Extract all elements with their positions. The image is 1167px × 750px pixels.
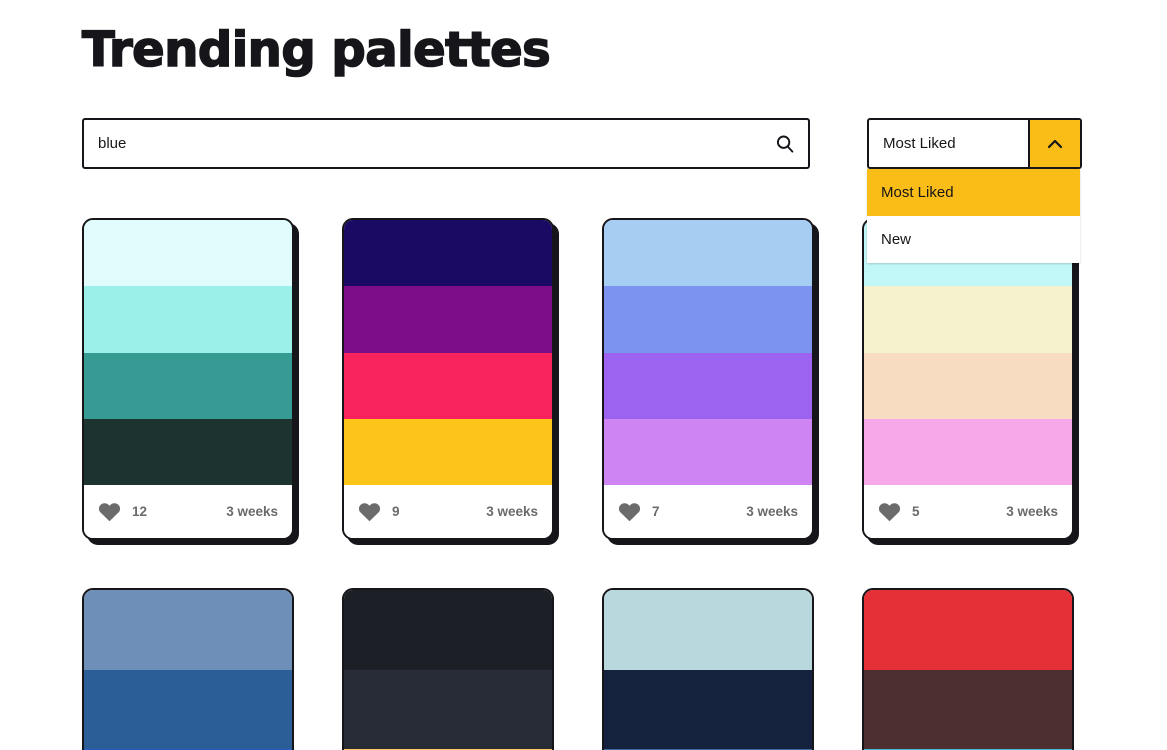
palette-card-footer: 9 3 weeks: [344, 485, 552, 538]
palette-swatches: [344, 220, 552, 485]
color-swatch[interactable]: [604, 669, 812, 749]
color-swatch[interactable]: [84, 220, 292, 287]
palette-swatches: [344, 590, 552, 750]
color-swatch[interactable]: [604, 352, 812, 419]
heart-icon: [358, 503, 381, 522]
chevron-up-icon[interactable]: [1028, 120, 1080, 167]
color-swatch[interactable]: [344, 418, 552, 485]
palette-swatches: [604, 220, 812, 485]
color-swatch[interactable]: [84, 286, 292, 353]
palette-swatches: [84, 220, 292, 485]
palette-card[interactable]: 5 3 weeks: [862, 218, 1074, 540]
heart-icon: [878, 503, 901, 522]
palette-age: 3 weeks: [1006, 504, 1058, 519]
color-swatch[interactable]: [84, 352, 292, 419]
like-button[interactable]: 5: [878, 501, 920, 522]
palette-card-footer: 12 3 weeks: [84, 485, 292, 538]
page-title: Trending palettes: [81, 21, 551, 79]
sort-option-label: New: [881, 231, 912, 248]
color-swatch[interactable]: [864, 669, 1072, 749]
color-swatch[interactable]: [344, 286, 552, 353]
color-swatch[interactable]: [864, 352, 1072, 419]
like-count: 7: [652, 504, 660, 519]
color-swatch[interactable]: [344, 220, 552, 287]
like-count: 5: [912, 504, 920, 519]
color-swatch[interactable]: [84, 418, 292, 485]
color-swatch[interactable]: [864, 590, 1072, 670]
heart-icon: [98, 503, 121, 522]
sort-options-menu[interactable]: Most Liked New: [867, 169, 1080, 263]
palette-card[interactable]: 7 3 weeks: [602, 218, 814, 540]
like-count: 9: [392, 504, 400, 519]
palettes-page: Trending palettes Most Liked: [0, 0, 1167, 750]
palette-swatches: [864, 590, 1072, 750]
heart-icon: [618, 503, 641, 522]
color-swatch[interactable]: [344, 669, 552, 749]
sort-control[interactable]: Most Liked: [867, 118, 1082, 169]
palette-card[interactable]: 12 3 weeks: [82, 218, 294, 540]
like-button[interactable]: 7: [618, 501, 660, 522]
color-swatch[interactable]: [604, 220, 812, 287]
color-swatch[interactable]: [864, 418, 1072, 485]
palette-card[interactable]: [862, 588, 1074, 750]
palette-card[interactable]: 9 3 weeks: [342, 218, 554, 540]
color-swatch[interactable]: [84, 590, 292, 670]
sort-option-label: Most Liked: [881, 184, 954, 201]
palette-swatches: [84, 590, 292, 750]
color-swatch[interactable]: [604, 286, 812, 353]
palette-age: 3 weeks: [226, 504, 278, 519]
like-button[interactable]: 9: [358, 501, 400, 522]
sort-option-most-liked[interactable]: Most Liked: [867, 169, 1080, 216]
controls-row: Most Liked Most Liked New: [82, 118, 1082, 263]
sort-dropdown[interactable]: Most Liked Most Liked New: [867, 118, 1082, 263]
color-swatch[interactable]: [604, 418, 812, 485]
sort-selected-value: Most Liked: [883, 135, 956, 152]
color-swatch[interactable]: [604, 590, 812, 670]
palette-card[interactable]: [82, 588, 294, 750]
like-button[interactable]: 12: [98, 501, 147, 522]
palette-swatches: [604, 590, 812, 750]
like-count: 12: [132, 504, 148, 519]
palette-card[interactable]: [602, 588, 814, 750]
color-swatch[interactable]: [344, 352, 552, 419]
sort-option-new[interactable]: New: [867, 216, 1080, 263]
palette-age: 3 weeks: [746, 504, 798, 519]
palette-card[interactable]: [342, 588, 554, 750]
search-input[interactable]: [84, 120, 762, 167]
color-swatch[interactable]: [344, 590, 552, 670]
search-box[interactable]: [82, 118, 810, 169]
palette-card-footer: 7 3 weeks: [604, 485, 812, 538]
palette-grid: 12 3 weeks 9 3 weeks 7 3 weeks 5 3 weeks: [82, 218, 1082, 750]
color-swatch[interactable]: [84, 669, 292, 749]
color-swatch[interactable]: [864, 286, 1072, 353]
palette-card-footer: 5 3 weeks: [864, 485, 1072, 538]
search-icon[interactable]: [762, 134, 808, 154]
palette-age: 3 weeks: [486, 504, 538, 519]
